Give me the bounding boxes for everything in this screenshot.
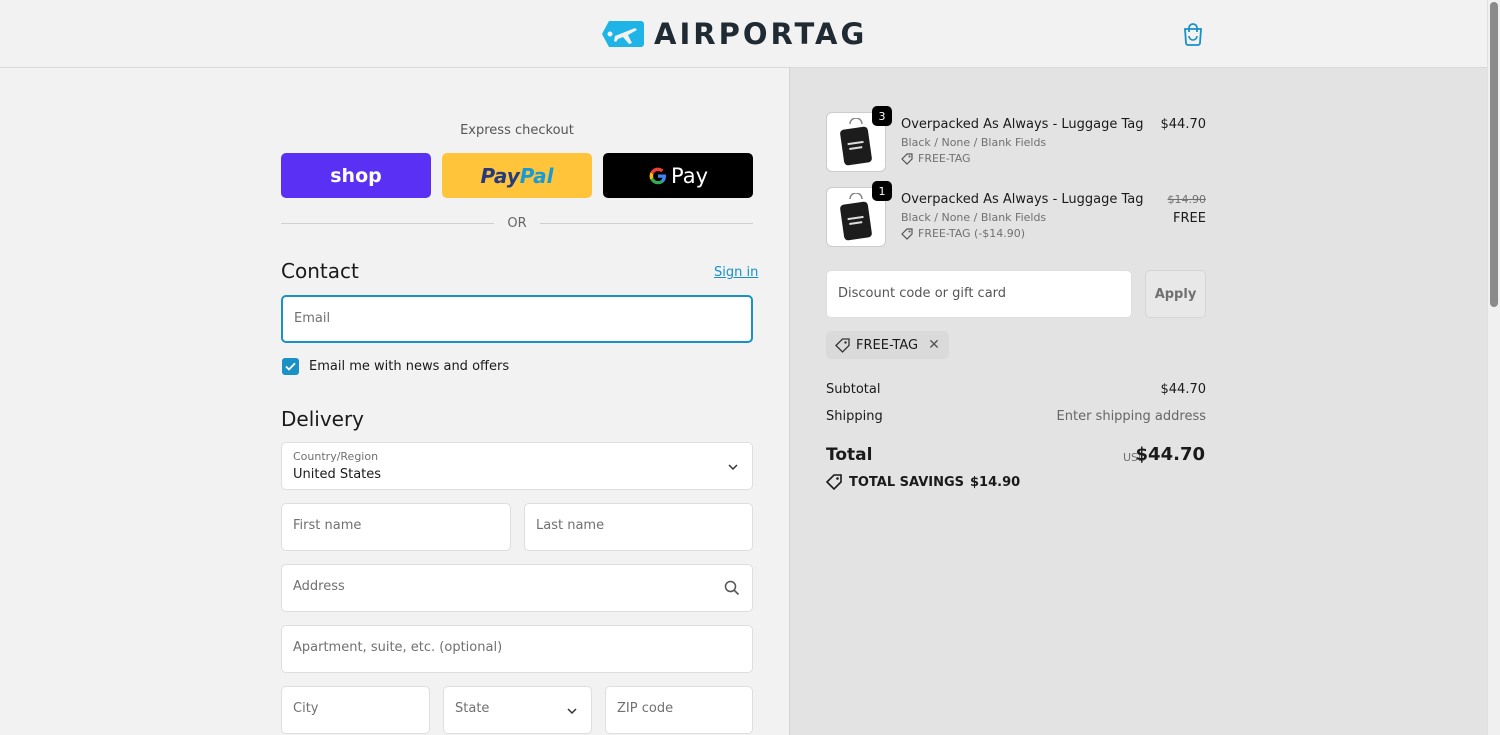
checkmark-icon xyxy=(285,362,296,371)
total-label: Total xyxy=(826,445,873,465)
discount-code-field[interactable] xyxy=(826,270,1132,318)
total-savings: TOTAL SAVINGS $14.90 xyxy=(826,474,1020,490)
paypal-button[interactable]: Pay Pal xyxy=(442,153,592,198)
savings-label: TOTAL SAVINGS xyxy=(849,474,965,490)
header: AIRPORTAG xyxy=(0,0,1487,68)
line-item: 1 Overpacked As Always - Luggage Tag Bla… xyxy=(826,181,1207,251)
applied-discount-chip: FREE-TAG ✕ xyxy=(826,331,949,359)
apartment-field[interactable] xyxy=(281,625,753,673)
luggage-tag-image xyxy=(840,193,872,241)
plane-tag-logo-icon xyxy=(602,21,644,47)
scrollbar-thumb[interactable] xyxy=(1490,2,1498,307)
shipping-row: Shipping Enter shipping address xyxy=(826,409,1206,424)
city-input[interactable] xyxy=(293,701,400,716)
item-discount: FREE-TAG (-$14.90) xyxy=(901,227,1025,240)
savings-value: $14.90 xyxy=(970,474,1021,490)
item-name: Overpacked As Always - Luggage Tag xyxy=(901,192,1144,207)
remove-discount-icon[interactable]: ✕ xyxy=(928,337,940,353)
brand-logo[interactable]: AIRPORTAG xyxy=(601,18,867,50)
item-price: $44.70 xyxy=(1160,117,1207,132)
tag-icon xyxy=(835,337,850,353)
country-label: Country/Region xyxy=(293,450,379,463)
order-summary-panel: 3 Overpacked As Always - Luggage Tag Bla… xyxy=(789,68,1487,735)
brand-name: AIRPORTAG xyxy=(654,17,868,51)
paypal-label-pay: Pay xyxy=(480,163,520,188)
item-original-price: $14.90 xyxy=(1167,193,1207,206)
google-g-icon xyxy=(649,167,666,184)
state-select[interactable] xyxy=(443,686,592,734)
newsletter-label: Email me with news and offers xyxy=(309,359,510,374)
line-item: 3 Overpacked As Always - Luggage Tag Bla… xyxy=(826,106,1207,176)
address-input[interactable] xyxy=(293,579,723,594)
country-value: United States xyxy=(293,467,382,482)
zip-input[interactable] xyxy=(617,701,723,716)
chevron-down-icon xyxy=(728,464,738,471)
item-variant: Black / None / Blank Fields xyxy=(901,211,1047,224)
page-scrollbar[interactable] xyxy=(1487,0,1500,735)
delivery-heading: Delivery xyxy=(281,407,365,431)
shop-pay-label: shop xyxy=(330,164,382,187)
applied-discount-code: FREE-TAG xyxy=(856,337,919,353)
zip-field[interactable] xyxy=(605,686,753,734)
shipping-value: Enter shipping address xyxy=(1056,409,1206,424)
checkout-form-panel: Express checkout shop Pay Pal Pay OR Cont… xyxy=(0,68,789,735)
tag-icon xyxy=(901,227,913,240)
subtotal-value: $44.70 xyxy=(1160,382,1207,397)
city-field[interactable] xyxy=(281,686,430,734)
tag-icon xyxy=(901,152,913,165)
email-field[interactable] xyxy=(281,295,753,343)
item-discount: FREE-TAG xyxy=(901,152,971,165)
shop-pay-button[interactable]: shop xyxy=(281,153,431,198)
luggage-tag-image xyxy=(840,118,872,166)
google-pay-label: Pay xyxy=(670,163,709,188)
divider-line-right xyxy=(540,223,753,224)
total-value: $44.70 xyxy=(1135,444,1205,465)
sign-in-link[interactable]: Sign in xyxy=(714,265,758,280)
email-input[interactable] xyxy=(294,311,722,326)
subtotal-row: Subtotal $44.70 xyxy=(826,382,1206,397)
address-field[interactable] xyxy=(281,564,753,612)
last-name-input[interactable] xyxy=(536,518,723,533)
express-checkout-title: Express checkout xyxy=(460,123,574,138)
item-discount-code: FREE-TAG (-$14.90) xyxy=(918,227,1026,240)
item-name: Overpacked As Always - Luggage Tag xyxy=(901,117,1144,132)
item-variant: Black / None / Blank Fields xyxy=(901,136,1047,149)
first-name-field[interactable] xyxy=(281,503,511,551)
last-name-field[interactable] xyxy=(524,503,753,551)
apartment-input[interactable] xyxy=(293,640,723,655)
apply-discount-button[interactable]: Apply xyxy=(1145,270,1206,318)
first-name-input[interactable] xyxy=(293,518,481,533)
state-input[interactable] xyxy=(455,701,562,716)
tag-icon xyxy=(826,474,842,490)
quantity-badge: 1 xyxy=(872,181,892,201)
newsletter-checkbox[interactable] xyxy=(282,358,299,375)
shipping-label: Shipping xyxy=(826,409,883,424)
quantity-badge: 3 xyxy=(872,106,892,126)
country-select[interactable]: Country/Region United States xyxy=(281,442,753,490)
google-pay-button[interactable]: Pay xyxy=(603,153,753,198)
item-discount-code: FREE-TAG xyxy=(918,152,971,165)
paypal-label-pal: Pal xyxy=(519,163,554,188)
or-divider: OR xyxy=(281,216,753,232)
shopping-bag-icon[interactable] xyxy=(1182,22,1204,46)
contact-heading: Contact xyxy=(281,259,359,283)
search-icon xyxy=(724,580,740,596)
chevron-down-icon xyxy=(567,708,577,715)
discount-code-input[interactable] xyxy=(838,286,1118,301)
subtotal-label: Subtotal xyxy=(826,382,881,397)
item-price: FREE xyxy=(1173,211,1206,226)
